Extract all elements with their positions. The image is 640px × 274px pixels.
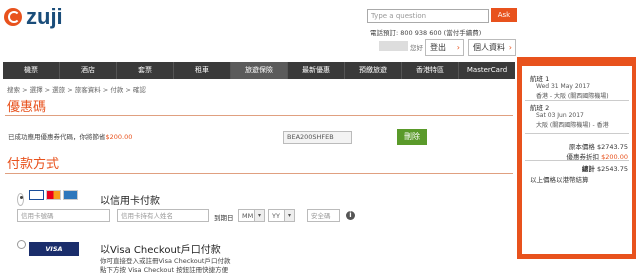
mastercard-icon [46,190,61,200]
info-icon[interactable]: i [346,211,355,220]
breadcrumb: 搜索 > 選擇 > 選旅 > 旅客資料 > 付款 > 確認 [7,86,146,94]
visa-checkout-radio[interactable] [17,240,26,249]
leg1-date: Wed 31 May 2017 [536,83,591,90]
chevron-down-icon: ▾ [284,210,294,221]
total-label: 總計 [581,165,595,173]
nav-item-packages[interactable]: 套票 [117,62,174,79]
visa-checkout-label: 以Visa Checkout戶口付款 [100,245,221,256]
promo-code-field[interactable]: BEA200SHFEB [283,131,352,144]
logout-label: 登出 [430,43,446,52]
credit-card-label: 以信用卡付款 [100,196,160,207]
payment-title: 付款方式 [7,157,60,172]
card-holder-input[interactable]: 信用卡持有人姓名 [117,209,209,222]
delete-promo-button[interactable]: 刪除 [397,129,427,145]
leg2-route: 大阪 (關西國際機場) - 香港 [536,122,609,129]
nav-item-mastercard[interactable]: MasterCard [459,62,515,79]
promo-message: 已成功應用優惠券代碼，你將節省$200.00 [8,131,132,141]
divider [5,173,513,174]
nav-item-hotels[interactable]: 酒店 [60,62,117,79]
divider [525,133,629,134]
original-price-value: $2743.75 [596,143,628,151]
promo-text: 已成功應用優惠券代碼，你將節省 [8,133,106,141]
logo-icon [4,8,22,26]
credit-card-radio[interactable] [17,193,24,206]
leg1-title: 航班 1 [530,75,550,83]
chevron-down-icon: ▾ [254,210,264,221]
leg1-route: 香港 - 大阪 (關西國際機場) [536,93,609,100]
greeting-text: 您好 [410,44,423,52]
promo-title: 優惠碼 [7,100,47,115]
cvv-input[interactable]: 安全碼 [307,209,340,222]
account-name [379,41,408,51]
help-search-input[interactable]: Type a question [367,9,489,23]
year-value: YY [272,212,280,220]
ask-button[interactable]: Ask [491,8,517,22]
chevron-right-icon: › [508,43,512,52]
expiry-label: 到期日 [214,214,234,222]
total-value: $2543.75 [596,165,628,173]
card-logos [29,190,78,200]
total-row: 總計 $2543.75 [526,163,628,173]
currency-note: 以上價格以港幣結算 [530,176,589,184]
month-value: MM [242,212,254,220]
profile-label: 個人資料 [473,43,505,52]
nav-item-prepaid[interactable]: 預繳旅遊 [345,62,402,79]
phone-booking: 電話預訂: 800 938 600 (當付手續費) [370,29,482,37]
chevron-right-icon: › [456,43,460,52]
leg2-date: Sat 03 Jun 2017 [536,112,584,119]
visa-icon [29,190,44,200]
nav-item-hk[interactable]: 香港特區 [402,62,459,79]
logout-button[interactable]: 登出 › [425,39,464,56]
main-nav: 機票 酒店 套票 租車 旅遊保險 最新優惠 預繳旅遊 香港特區 MasterCa… [3,62,515,79]
zuji-logo[interactable]: zuji [4,4,63,29]
divider [525,160,629,161]
card-number-input[interactable]: 信用卡號碼 [17,209,110,222]
nav-item-insurance[interactable]: 旅遊保險 [231,62,288,79]
logo-text: zuji [26,4,63,29]
divider [5,115,513,116]
promo-amount: $200.00 [105,133,133,141]
divider [525,100,629,101]
visa-checkout-badge: VISA Checkout [29,242,79,267]
leg2-title: 航班 2 [530,104,550,112]
nav-item-deals[interactable]: 最新優惠 [288,62,345,79]
original-price-row: 原本價格 $2743.75 [526,141,628,151]
nav-item-cars[interactable]: 租車 [174,62,231,79]
nav-item-flights[interactable]: 機票 [3,62,60,79]
original-price-label: 原本價格 [568,143,595,151]
amex-icon [63,190,78,200]
expiry-month-select[interactable]: MM ▾ [238,209,265,222]
profile-button[interactable]: 個人資料 › [468,39,516,56]
expiry-year-select[interactable]: YY ▾ [268,209,295,222]
